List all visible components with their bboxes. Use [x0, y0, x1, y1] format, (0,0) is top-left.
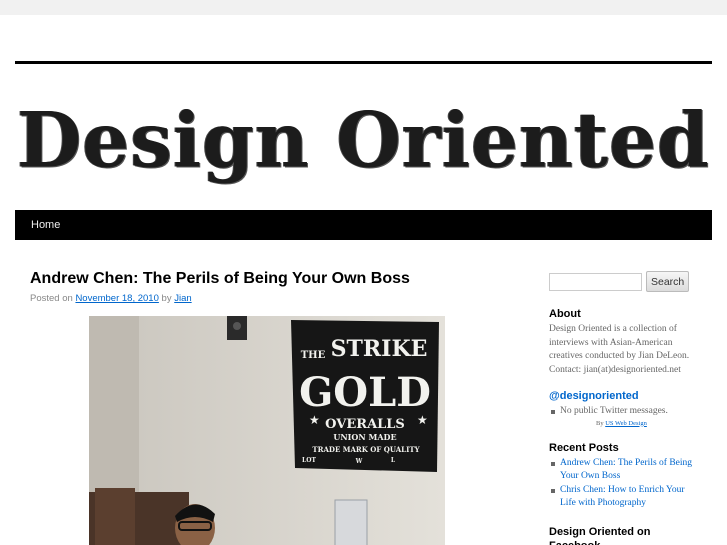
twitter-widget: @designoriented No public Twitter messag… — [549, 389, 699, 427]
header-rule — [15, 61, 712, 64]
sidebar: Search About Design Oriented is a collec… — [549, 271, 699, 545]
site-title[interactable]: Design Oriented — [17, 97, 710, 185]
post-image: THE STRIKE GOLD OVERALLS UNION MADE TRAD… — [89, 316, 445, 545]
header-banner[interactable]: Design Oriented — [15, 71, 712, 211]
recent-posts-list: Andrew Chen: The Perils of Being Your Ow… — [549, 457, 699, 511]
post-title[interactable]: Andrew Chen: The Perils of Being Your Ow… — [30, 268, 510, 290]
list-item: Andrew Chen: The Perils of Being Your Ow… — [549, 457, 699, 484]
flag-star-icon: ★ — [309, 413, 320, 427]
post-photo: THE STRIKE GOLD OVERALLS UNION MADE TRAD… — [89, 316, 445, 545]
flag-text-overalls: OVERALLS — [325, 417, 405, 432]
about-text: Design Oriented is a collection of inter… — [549, 324, 690, 375]
post-date-link[interactable]: November 18, 2010 — [75, 293, 158, 304]
page: Design Oriented Home Andrew Chen: The Pe… — [0, 15, 727, 545]
about-widget: About Design Oriented is a collection of… — [549, 307, 699, 377]
flag-text-strike: STRIKE — [331, 336, 428, 362]
flag-text-trademark: TRADE MARK OF QUALITY — [312, 445, 420, 454]
twitter-credit: By US Web Design — [596, 420, 699, 427]
flag-text-gold: GOLD — [299, 369, 431, 416]
twitter-item: No public Twitter messages. — [549, 405, 699, 419]
post: Andrew Chen: The Perils of Being Your Ow… — [30, 268, 510, 545]
facebook-title: Design Oriented on Facebook — [549, 525, 651, 545]
flag-text-the: THE — [301, 350, 326, 361]
credit-prefix: By — [596, 419, 604, 427]
search-form: Search — [549, 271, 699, 292]
post-author-link[interactable]: Jian — [174, 293, 191, 304]
twitter-list: No public Twitter messages. — [549, 405, 699, 419]
flag-text-union: UNION MADE — [333, 432, 396, 442]
meta-prefix: Posted on — [30, 293, 73, 304]
list-item: Chris Chen: How to Enrich Your Life with… — [549, 484, 699, 511]
credit-link[interactable]: US Web Design — [605, 420, 647, 427]
post-meta: Posted on November 18, 2010 by Jian — [30, 293, 510, 304]
recent-posts-widget: Recent Posts Andrew Chen: The Perils of … — [549, 441, 699, 511]
main-nav: Home — [15, 210, 712, 240]
about-title: About — [549, 308, 581, 320]
flag-star-icon: ★ — [417, 413, 428, 427]
recent-posts-title: Recent Posts — [549, 441, 619, 454]
search-input[interactable] — [549, 272, 642, 291]
nav-item-home[interactable]: Home — [15, 210, 76, 240]
twitter-title[interactable]: @designoriented — [549, 389, 699, 403]
flag-text-w: W — [355, 458, 363, 465]
facebook-widget: Design Oriented on Facebook — [549, 525, 659, 545]
flag-text-lot: LOT — [302, 457, 316, 464]
meta-by: by — [161, 293, 172, 304]
search-button[interactable]: Search — [646, 271, 690, 292]
recent-post-link[interactable]: Chris Chen: How to Enrich Your Life with… — [560, 485, 685, 509]
recent-post-link[interactable]: Andrew Chen: The Perils of Being Your Ow… — [560, 458, 692, 482]
